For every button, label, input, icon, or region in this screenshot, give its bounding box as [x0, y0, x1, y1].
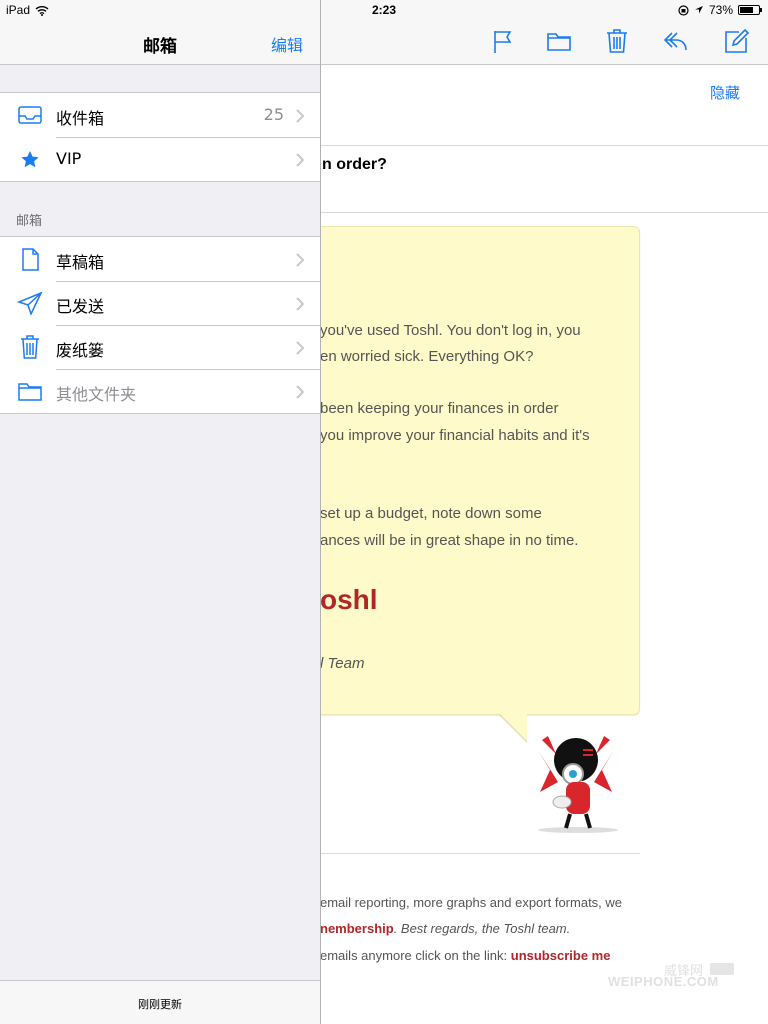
sidebar-item-vip[interactable]: VIP	[0, 137, 320, 181]
status-right: 73%	[678, 3, 762, 17]
footer-divider	[320, 853, 640, 854]
sidebar-item-trash[interactable]: 废纸篓	[0, 325, 320, 369]
sidebar-item-other-folders[interactable]: 其他文件夹	[0, 369, 320, 413]
trash-icon[interactable]	[604, 28, 630, 54]
status-bar: iPad 2:23 73%	[0, 0, 768, 20]
toshl-mascot-image	[538, 736, 618, 833]
body-text-line: set up a budget, note down some	[320, 505, 542, 522]
sidebar-item-label: 草稿箱	[56, 253, 105, 272]
sidebar-item-label: 收件箱	[56, 109, 105, 128]
unread-count: 25	[263, 105, 284, 124]
sidebar-item-label: 其他文件夹	[56, 385, 137, 404]
trash-icon	[17, 335, 43, 359]
team-signature: l Team	[320, 655, 365, 672]
footer-text-line: email reporting, more graphs and export …	[320, 895, 623, 910]
chevron-right-icon	[296, 340, 305, 355]
folder-icon	[17, 379, 43, 403]
weiphone-watermark: 威锋网 WEIPHONE.COM	[578, 958, 738, 989]
edit-button[interactable]: 编辑	[271, 32, 303, 56]
battery-percent: 73%	[708, 3, 733, 17]
draft-icon	[17, 247, 43, 271]
chevron-right-icon	[296, 384, 305, 399]
chevron-right-icon	[296, 108, 305, 123]
footer-text-line: nembership. Best regards, the Toshl team…	[320, 921, 570, 936]
chevron-right-icon	[296, 152, 305, 167]
sidebar-item-label: VIP	[56, 149, 82, 168]
toshl-signature-logo: oshl	[320, 584, 378, 615]
battery-icon	[738, 5, 762, 15]
body-text-line: en worried sick. Everything OK?	[320, 348, 534, 365]
sidebar-item-sent[interactable]: 已发送	[0, 281, 320, 325]
star-icon	[17, 147, 43, 171]
header-divider	[320, 145, 768, 146]
location-arrow-icon	[694, 6, 703, 14]
sent-icon	[16, 291, 43, 317]
sidebar-item-label: 已发送	[56, 297, 105, 316]
battery-level-fill	[740, 7, 754, 13]
flag-icon[interactable]	[490, 28, 516, 54]
folder-icon[interactable]	[546, 28, 572, 54]
hide-details-link[interactable]: 隐藏	[710, 82, 740, 103]
inbox-icon	[17, 103, 43, 127]
membership-link[interactable]: nembership	[320, 921, 394, 936]
footer-regards-text: . Best regards, the Toshl team.	[393, 921, 571, 936]
header-divider	[320, 212, 768, 213]
body-text-line: you've used Toshl. You don't log in, you	[320, 322, 581, 339]
chevron-right-icon	[296, 252, 305, 267]
mailbox-folder-group: 草稿箱 已发送 废纸篓 其他文件夹	[0, 236, 320, 414]
rotation-lock-icon	[678, 4, 689, 16]
updated-status-text: 刚刚更新	[138, 998, 182, 1011]
footer-text-line: emails anymore click on the link: unsubs…	[320, 948, 610, 963]
chevron-right-icon	[296, 296, 305, 311]
mailboxes-section-header: 邮箱	[16, 214, 43, 229]
compose-icon[interactable]	[723, 28, 750, 54]
sidebar-item-drafts[interactable]: 草稿箱	[0, 237, 320, 281]
email-content-card	[300, 226, 640, 715]
mailbox-sidebar: 邮箱 编辑 收件箱 25 VIP 邮箱 草稿箱 已发送 废纸篓 其他文件夹 刚刚…	[0, 0, 321, 1024]
body-text-line: ances will be in great shape in no time.	[320, 532, 579, 549]
watermark-text-en: WEIPHONE.COM	[608, 974, 719, 989]
message-subject: n order?	[322, 156, 387, 173]
reply-icon[interactable]	[662, 28, 688, 54]
sidebar-bottom-toolbar: 刚刚更新	[0, 980, 320, 1024]
primary-mailbox-group: 收件箱 25 VIP	[0, 92, 320, 182]
body-text-line: you improve your financial habits and it…	[320, 427, 590, 444]
sidebar-item-inbox[interactable]: 收件箱 25	[0, 93, 320, 137]
speech-bubble-tail	[500, 714, 527, 741]
status-time: 2:23	[371, 3, 397, 17]
unsubscribe-prompt: emails anymore click on the link:	[320, 948, 511, 963]
body-text-line: been keeping your finances in order	[320, 400, 559, 417]
sidebar-item-label: 废纸篓	[56, 341, 105, 360]
